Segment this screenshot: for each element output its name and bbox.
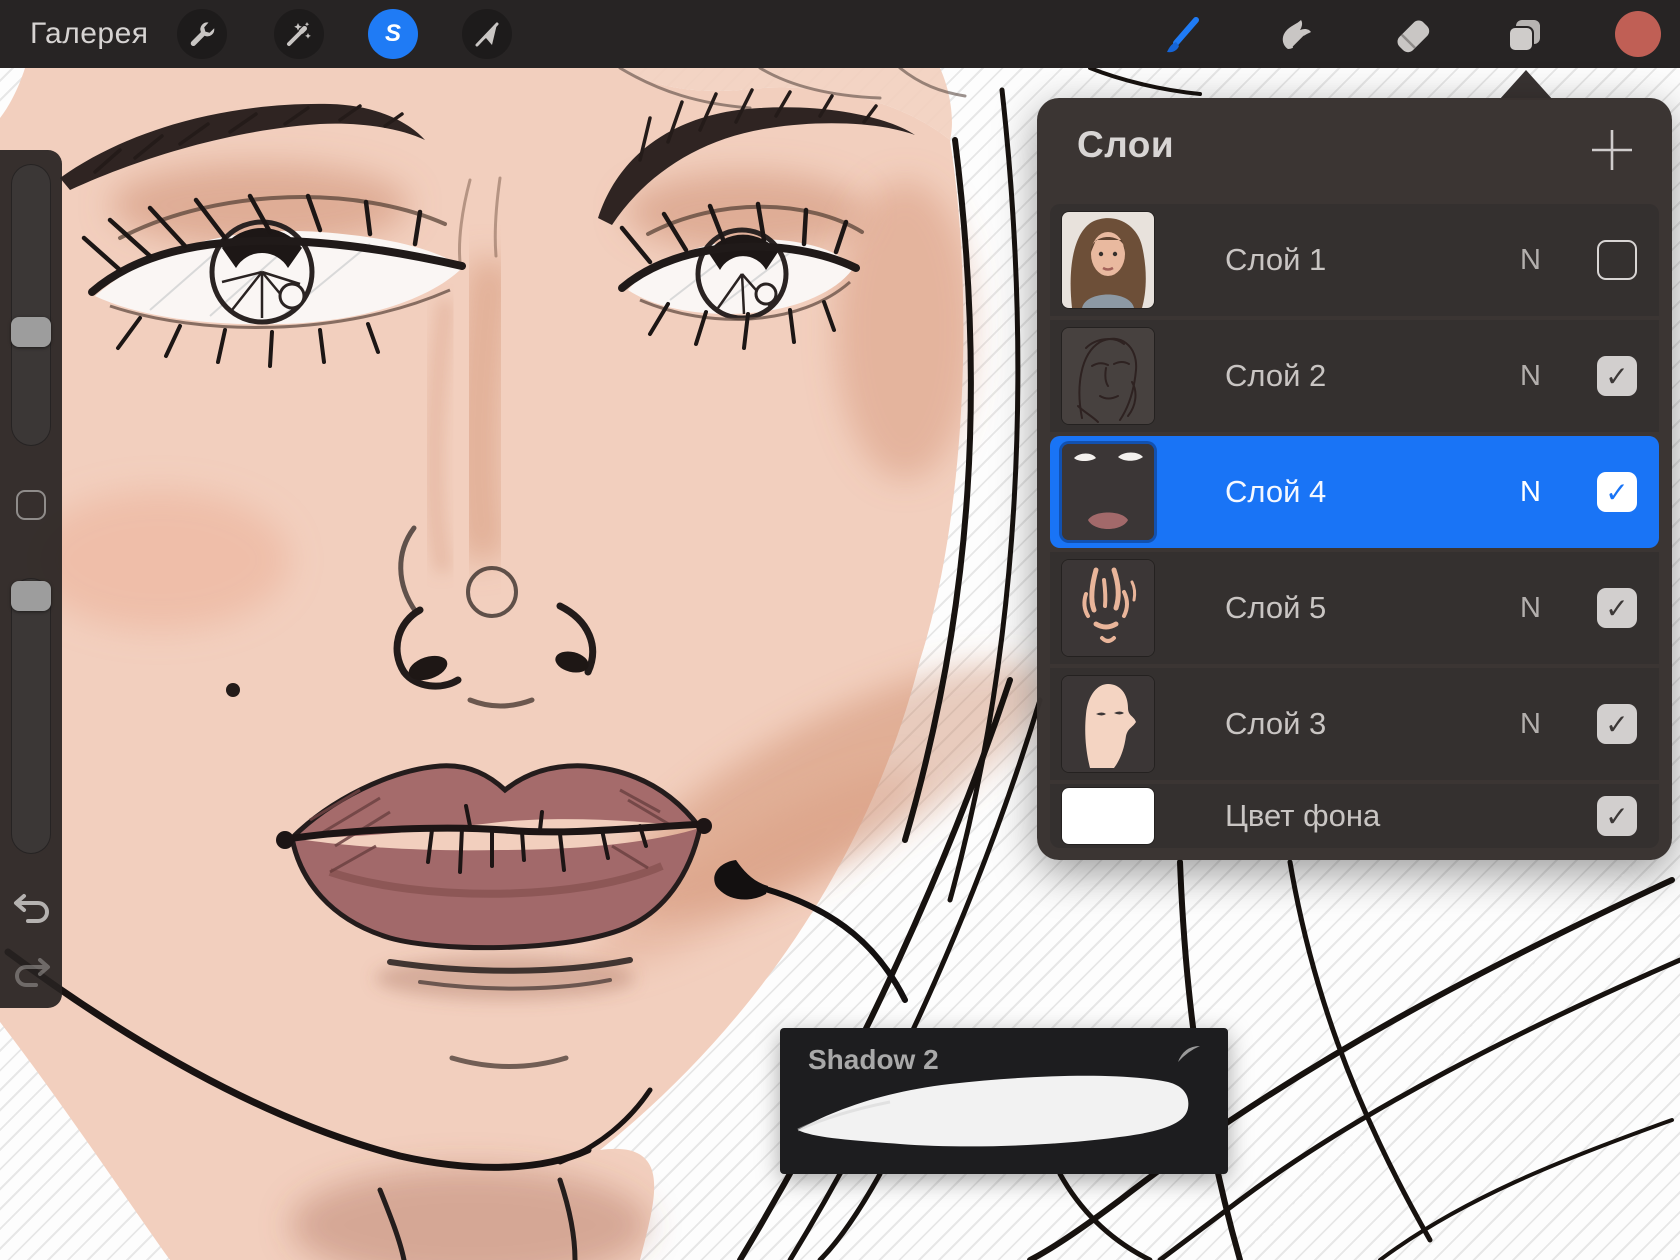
selection-s-icon: S xyxy=(385,20,401,47)
redo-icon xyxy=(15,958,50,987)
undo-icon xyxy=(14,894,49,923)
blend-mode-badge[interactable]: N xyxy=(1520,436,1541,548)
layer-thumbnail-background-color xyxy=(1062,788,1154,844)
undo-button[interactable] xyxy=(12,888,52,926)
eraser-icon xyxy=(1397,20,1430,53)
wrench-icon xyxy=(190,22,215,46)
procreate-window: Галерея S Слои Слой 1 N Слой 2 N ✓ Слой … xyxy=(0,0,1680,1260)
gallery-button[interactable]: Галерея xyxy=(30,0,149,68)
actions-button[interactable] xyxy=(177,9,227,59)
layer-row[interactable]: Слой 3 N ✓ xyxy=(1050,668,1659,780)
brush-size-handle[interactable] xyxy=(11,317,51,347)
layer-thumbnail-skin-base xyxy=(1062,676,1154,772)
layer-name: Слой 5 xyxy=(1225,590,1327,625)
transform-arrow-icon xyxy=(475,22,499,47)
layers-panel-caret xyxy=(1499,70,1553,100)
selection-button[interactable]: S xyxy=(368,9,418,59)
magic-wand-icon xyxy=(287,22,311,46)
blend-mode-badge[interactable]: N xyxy=(1520,320,1541,432)
visibility-checkbox[interactable]: ✓ xyxy=(1597,796,1637,836)
opacity-slider[interactable] xyxy=(11,578,51,854)
smudge-button[interactable] xyxy=(1273,14,1317,58)
sidebar-controls xyxy=(0,150,62,1008)
plus-icon xyxy=(1592,130,1632,170)
brush-preview-popup[interactable]: Shadow 2 xyxy=(780,1028,1228,1174)
brush-icon xyxy=(1167,17,1199,53)
top-toolbar: Галерея S xyxy=(0,0,1680,68)
layer-thumbnail-sketch xyxy=(1062,328,1154,424)
transform-button[interactable] xyxy=(462,9,512,59)
layer-name: Слой 4 xyxy=(1225,474,1327,509)
erase-button[interactable] xyxy=(1391,14,1435,58)
color-swatch[interactable] xyxy=(1615,11,1661,57)
opacity-handle[interactable] xyxy=(11,581,51,611)
background-color-row[interactable]: Цвет фона ✓ xyxy=(1050,784,1659,848)
layers-panel: Слои Слой 1 N Слой 2 N ✓ Слой 4 N ✓ Слой… xyxy=(1037,98,1672,860)
visibility-checkbox[interactable]: ✓ xyxy=(1597,356,1637,396)
layers-button[interactable] xyxy=(1503,14,1547,58)
layer-name: Слой 3 xyxy=(1225,706,1327,741)
brush-size-slider[interactable] xyxy=(11,164,51,446)
brush-stroke-preview xyxy=(797,1075,1189,1147)
layer-thumbnail-makeup xyxy=(1062,444,1154,540)
modify-button[interactable] xyxy=(16,490,46,520)
add-layer-button[interactable] xyxy=(1588,126,1636,174)
layer-row[interactable]: Слой 5 N ✓ xyxy=(1050,552,1659,664)
blend-mode-badge[interactable]: N xyxy=(1520,552,1541,664)
layer-name: Слой 1 xyxy=(1225,242,1327,277)
redo-button[interactable] xyxy=(12,952,52,990)
blend-mode-badge[interactable]: N xyxy=(1520,204,1541,316)
adjustments-button[interactable] xyxy=(274,9,324,59)
paint-button[interactable] xyxy=(1159,14,1203,58)
smudge-icon xyxy=(1282,20,1311,49)
visibility-checkbox[interactable] xyxy=(1597,240,1637,280)
svg-text:S: S xyxy=(385,20,401,47)
layer-row[interactable]: Слой 2 N ✓ xyxy=(1050,320,1659,432)
layer-name: Слой 2 xyxy=(1225,358,1327,393)
layer-name: Цвет фона xyxy=(1225,798,1381,833)
visibility-checkbox[interactable]: ✓ xyxy=(1597,704,1637,744)
blend-mode-badge[interactable]: N xyxy=(1520,668,1541,780)
layer-thumbnail-photo xyxy=(1062,212,1154,308)
layers-icon xyxy=(1508,20,1540,52)
layer-row[interactable]: Слой 1 N xyxy=(1050,204,1659,316)
visibility-checkbox[interactable]: ✓ xyxy=(1597,588,1637,628)
layers-panel-title: Слои xyxy=(1077,124,1175,165)
visibility-checkbox[interactable]: ✓ xyxy=(1597,472,1637,512)
layer-row-selected[interactable]: Слой 4 N ✓ xyxy=(1050,436,1659,548)
layer-thumbnail-shading xyxy=(1062,560,1154,656)
